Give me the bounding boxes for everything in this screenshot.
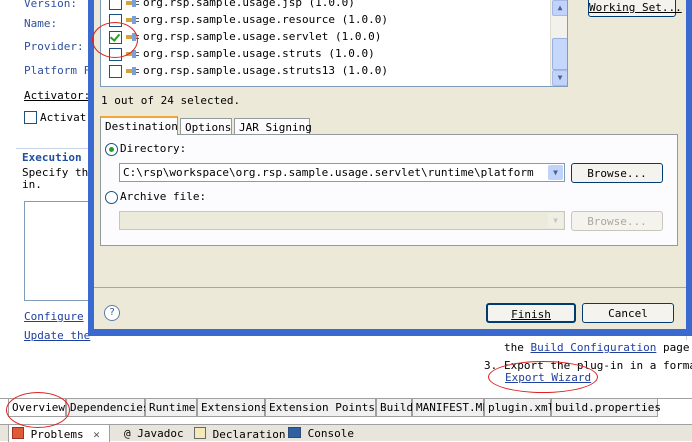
plugin-icon [126, 33, 139, 41]
archive-radio[interactable] [105, 191, 118, 204]
plugin-checkbox-checked[interactable] [109, 31, 122, 44]
instructions-step-number: 3. [484, 359, 498, 372]
tab-build-properties[interactable]: build.properties [551, 399, 661, 417]
instructions-line1: the Build Configuration page [504, 341, 689, 354]
scroll-thumb[interactable] [552, 38, 567, 70]
plugin-icon [126, 16, 139, 24]
tab-manifest[interactable]: MANIFEST.MF [412, 399, 489, 417]
export-dialog-body: org.rsp.sample.usage.jsp (1.0.0) org.rsp… [94, 0, 686, 329]
finish-button[interactable]: Finish [486, 303, 576, 323]
execution-desc-line2: in. [22, 178, 42, 191]
chevron-down-icon[interactable]: ▼ [548, 165, 563, 180]
working-set-button[interactable]: Working Set... [588, 0, 682, 17]
instructions-line1-suffix: page [662, 341, 690, 354]
tab-dependencies[interactable]: Dependencies [66, 399, 149, 417]
plugin-label: org.rsp.sample.usage.struts (1.0.0) [143, 47, 375, 60]
view-tab-declaration[interactable]: Declaration [194, 427, 285, 441]
export-wizard-link[interactable]: Export Wizard [505, 371, 591, 384]
export-dialog: org.rsp.sample.usage.jsp (1.0.0) org.rsp… [88, 0, 692, 336]
views-tab-bar: Problems ✕ @ Javadoc Declaration Console [0, 424, 692, 442]
view-tab-label: Console [307, 427, 354, 440]
list-item[interactable]: org.rsp.sample.usage.struts (1.0.0) [101, 45, 561, 62]
plugin-label: org.rsp.sample.usage.jsp (1.0.0) [143, 0, 355, 9]
plugin-checkbox[interactable] [109, 48, 122, 61]
plugin-list[interactable]: org.rsp.sample.usage.jsp (1.0.0) org.rsp… [100, 0, 568, 87]
dialog-button-separator [94, 287, 686, 288]
provider-label: Provider: [24, 40, 84, 53]
configure-link[interactable]: Configure [24, 310, 84, 323]
instructions-line1-prefix: the [504, 341, 524, 354]
activate-checkbox[interactable] [24, 111, 37, 124]
plugin-checkbox[interactable] [109, 65, 122, 78]
view-tab-label: Problems [30, 428, 84, 441]
plugin-checkbox[interactable] [109, 0, 122, 10]
version-label: Version: [24, 0, 77, 10]
list-item[interactable]: org.rsp.sample.usage.struts13 (1.0.0) [101, 62, 561, 79]
selection-status: 1 out of 24 selected. [101, 94, 241, 107]
tab-plugin-xml[interactable]: plugin.xml [484, 399, 554, 417]
list-item[interactable]: org.rsp.sample.usage.resource (1.0.0) [101, 11, 561, 28]
execution-section-divider [16, 148, 88, 149]
console-icon [288, 427, 301, 438]
platform-filter-label: Platform Fi [24, 64, 97, 77]
build-configuration-link[interactable]: Build Configuration [531, 341, 657, 354]
plugin-checkbox[interactable] [109, 14, 122, 27]
browse-directory-button[interactable]: Browse... [571, 163, 663, 183]
view-tab-label: Declaration [212, 428, 286, 441]
help-icon[interactable]: ? [104, 305, 120, 321]
execution-section-title: Execution [22, 151, 82, 164]
tab-options[interactable]: Options [180, 118, 232, 135]
cancel-button[interactable]: Cancel [582, 303, 674, 323]
update-link[interactable]: Update the [24, 329, 90, 342]
plugin-icon [126, 67, 139, 75]
plugin-label: org.rsp.sample.usage.resource (1.0.0) [143, 13, 389, 26]
view-tab-problems[interactable]: Problems ✕ [12, 427, 100, 441]
chevron-down-icon[interactable]: ▼ [548, 213, 563, 228]
declaration-icon [194, 427, 206, 439]
list-item[interactable]: org.rsp.sample.usage.jsp (1.0.0) [101, 0, 561, 11]
browse-archive-button[interactable]: Browse... [571, 211, 663, 231]
name-label: Name: [24, 17, 58, 30]
view-tab-javadoc[interactable]: @ Javadoc [124, 427, 184, 441]
plugin-label: org.rsp.sample.usage.servlet (1.0.0) [143, 30, 382, 43]
tab-extensions[interactable]: Extensions [197, 399, 267, 417]
plugin-icon [126, 0, 139, 7]
activate-checkbox-label: Activat [40, 111, 87, 124]
tab-jar-signing[interactable]: JAR Signing [234, 118, 312, 135]
problems-icon [12, 427, 24, 439]
plugin-icon [126, 50, 139, 58]
archive-combo[interactable]: ▼ [119, 211, 565, 230]
directory-radio[interactable] [105, 143, 118, 156]
view-tab-label: @ Javadoc [124, 427, 184, 440]
activator-link[interactable]: Activator: [24, 89, 90, 102]
tab-build[interactable]: Build [376, 399, 413, 417]
close-icon[interactable]: ✕ [93, 428, 100, 441]
tab-overview[interactable]: Overview [8, 399, 66, 417]
scroll-up-icon[interactable]: ▲ [552, 0, 567, 16]
destination-panel: Directory: C:\rsp\workspace\org.rsp.samp… [100, 134, 678, 246]
plugin-list-scrollbar[interactable]: ▲ ▼ [550, 0, 567, 86]
execution-list-box[interactable] [24, 201, 90, 301]
tab-runtime[interactable]: Runtime [145, 399, 197, 417]
directory-path: C:\rsp\workspace\org.rsp.sample.usage.se… [123, 166, 534, 179]
list-item[interactable]: org.rsp.sample.usage.servlet (1.0.0) [101, 28, 561, 45]
plugin-label: org.rsp.sample.usage.struts13 (1.0.0) [143, 64, 389, 77]
tab-destination[interactable]: Destination [100, 116, 178, 135]
view-tab-console[interactable]: Console [288, 427, 354, 441]
directory-combo[interactable]: C:\rsp\workspace\org.rsp.sample.usage.se… [119, 163, 565, 182]
scroll-down-icon[interactable]: ▼ [552, 70, 567, 86]
directory-radio-label: Directory: [120, 142, 187, 155]
tab-extension-points[interactable]: Extension Points [265, 399, 376, 417]
archive-radio-label: Archive file: [120, 190, 207, 203]
